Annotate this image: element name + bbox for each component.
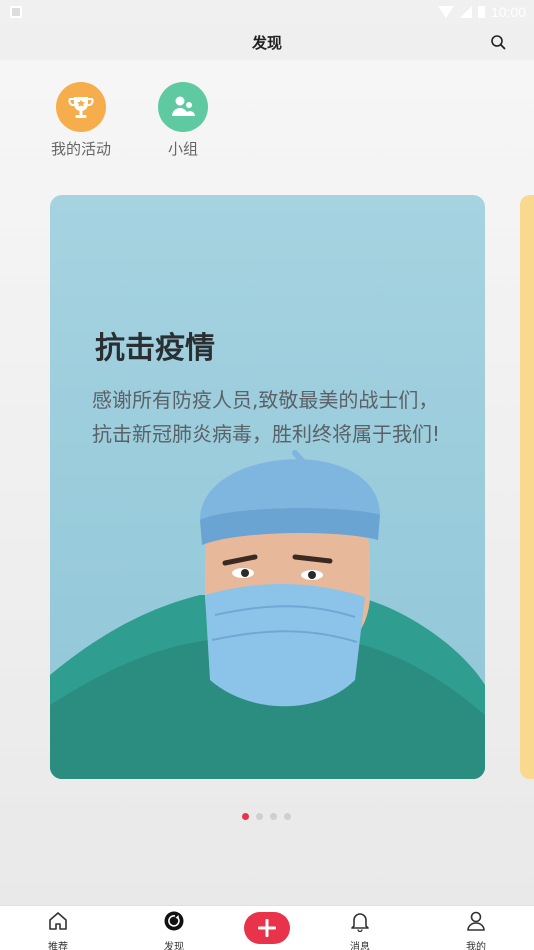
nav-label-messages: 消息 [350,942,370,950]
campaign-card[interactable]: 抗击疫情 感谢所有防疫人员,致敬最美的战士们，抗击新冠肺炎病毒，胜利终将属于我们… [50,195,485,779]
card-description: 感谢所有防疫人员,致敬最美的战士们，抗击新冠肺炎病毒，胜利终将属于我们! [92,388,441,446]
nav-item-messages[interactable]: 消息 [330,910,390,950]
home-icon [49,912,67,930]
pager-dot [284,813,291,820]
bell-icon [351,913,369,933]
card-title: 抗击疫情 [95,331,215,366]
shortcut-label-activities: 我的活动 [50,140,111,158]
medical-worker-illustration [50,450,485,779]
status-time: 10:00 [490,4,526,20]
discover-icon [164,911,184,931]
plus-icon [258,919,276,937]
pager-dot [270,813,277,820]
bottom-navigation: 推荐 发现 消息 我的 [0,905,534,950]
page-title: 发现 [251,33,282,52]
notification-icon [10,6,22,18]
group-shortcut[interactable]: 小组 [138,82,228,159]
nav-label-discover: 发现 [164,942,184,950]
nav-label-me: 我的 [466,942,486,950]
wifi-icon [437,6,454,18]
search-icon[interactable] [490,34,506,50]
nav-item-discover[interactable]: 发现 [144,910,204,950]
add-post-button[interactable] [244,912,290,944]
next-card-peek[interactable] [520,195,534,779]
pager-dot-active [242,813,249,820]
nav-item-recommend[interactable]: 推荐 [28,910,88,950]
carousel-pager [242,813,291,820]
group-icon [158,82,208,132]
nav-label-recommend: 推荐 [48,942,68,950]
shortcut-label-group: 小组 [167,140,198,158]
discover-screen: 10:00 发现 我的活动 小组 抗击疫情 感谢所有防疫人员,致敬最美的战士们，… [0,0,534,950]
nav-item-me[interactable]: 我的 [446,910,506,950]
pager-dot [256,813,263,820]
top-header: 发现 [0,24,534,60]
user-icon [467,911,485,931]
trophy-icon [56,82,106,132]
battery-icon [477,6,485,18]
status-bar: 10:00 [0,0,534,24]
my-activities-shortcut[interactable]: 我的活动 [36,82,126,159]
signal-icon [459,6,472,18]
